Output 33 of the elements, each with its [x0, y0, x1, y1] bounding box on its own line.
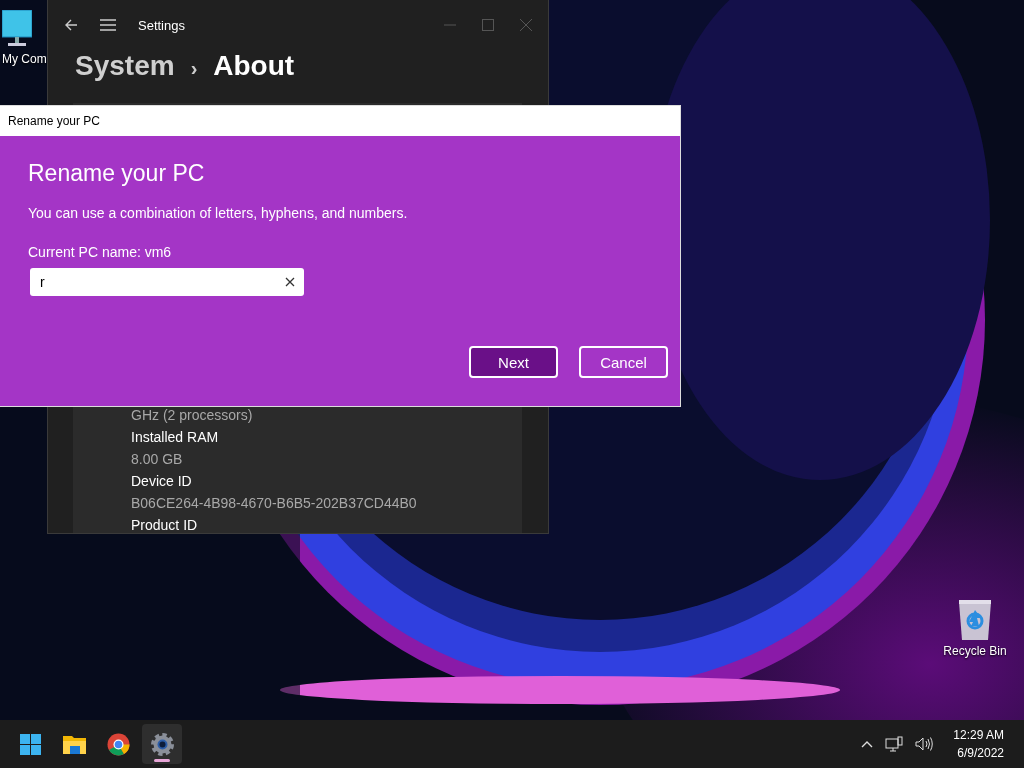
clock-time[interactable]: 12:29 AM: [953, 728, 1004, 742]
pc-name-input[interactable]: r: [30, 268, 304, 296]
chevron-up-icon[interactable]: [861, 740, 874, 748]
detail-label: Installed RAM: [131, 429, 220, 445]
detail-value: GHz (2 processors): [131, 407, 254, 423]
desktop-icon-label[interactable]: Recycle Bin: [943, 644, 1007, 658]
menu-icon[interactable]: [100, 19, 116, 31]
network-icon[interactable]: [885, 736, 904, 752]
desktop-icon-label[interactable]: My Com: [2, 52, 47, 66]
detail-value: 8.00 GB: [131, 451, 184, 467]
clear-icon[interactable]: [285, 277, 295, 287]
taskbar-button[interactable]: [142, 724, 182, 764]
next-button[interactable]: Next: [469, 346, 558, 378]
recycle-bin-icon[interactable]: [957, 598, 993, 640]
breadcrumb-item: About: [213, 50, 295, 82]
detail-label: Product ID: [131, 517, 199, 533]
volume-icon[interactable]: [915, 736, 934, 752]
window-title: Settings: [138, 17, 185, 33]
breadcrumb-item[interactable]: System: [75, 50, 175, 82]
detail-label: Device ID: [131, 473, 193, 489]
breadcrumb-separator: ›: [190, 57, 198, 80]
dialog-description: You can use a combination of letters, hyphens, and numbers.: [28, 205, 409, 221]
clock-date[interactable]: 6/9/2022: [957, 746, 1004, 760]
dialog-title: Rename your PC: [8, 114, 101, 128]
computer-icon[interactable]: [2, 10, 32, 48]
current-name-label: Current PC name: vm6: [28, 244, 173, 260]
browser-icon: [105, 731, 131, 757]
cancel-button[interactable]: Cancel: [579, 346, 668, 378]
dialog-heading: Rename your PC: [28, 160, 206, 187]
detail-value: B06CE264-4B98-4670-B6B5-202B37CD44B0: [131, 495, 418, 511]
start-icon: [17, 731, 43, 757]
back-icon[interactable]: [64, 18, 78, 32]
gear-icon: [149, 731, 175, 757]
